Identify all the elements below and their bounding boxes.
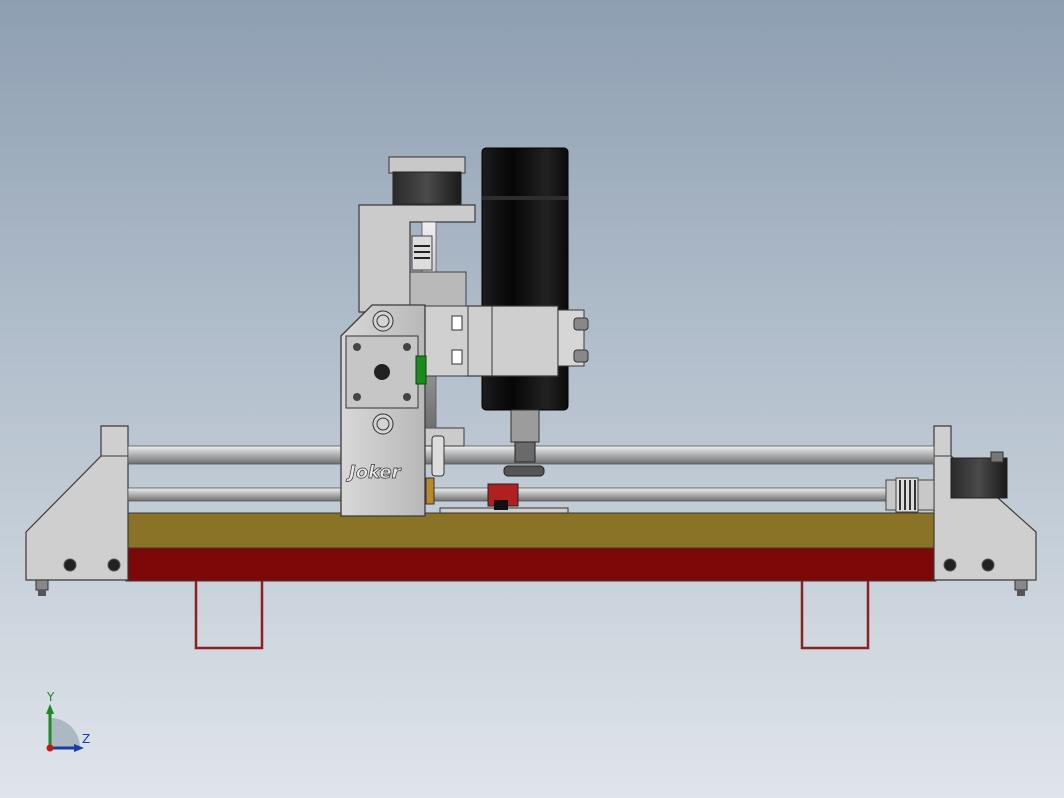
axis-triad-icon xyxy=(46,704,84,752)
cnc-machine-model[interactable]: Joker xyxy=(0,0,1064,798)
triad-z-label: Z xyxy=(82,732,91,746)
carriage-wheel-top xyxy=(372,310,394,332)
left-foot xyxy=(35,579,49,591)
right-stepper-motor xyxy=(950,457,1008,499)
table-top-slab xyxy=(125,512,937,549)
right-plate-bolt-2 xyxy=(981,558,995,572)
orientation-triad: Y Z xyxy=(36,690,106,760)
right-foot xyxy=(1014,579,1028,591)
rod-bearing xyxy=(431,435,445,477)
triad-y-label: Y xyxy=(47,690,55,704)
right-shaft-coupler xyxy=(885,477,935,513)
left-plate-bolt-1 xyxy=(63,558,77,572)
left-end-plate xyxy=(25,425,129,581)
left-leg xyxy=(194,578,264,650)
right-end-plate xyxy=(933,425,1037,581)
cad-viewport[interactable]: Joker Y Z xyxy=(0,0,1064,798)
table-bottom-slab xyxy=(125,547,937,582)
x-stepper-motor xyxy=(345,335,427,409)
joker-engraving: Joker xyxy=(346,462,402,483)
z-bearing-block xyxy=(409,271,467,307)
right-leg xyxy=(800,578,870,650)
spindle-collet xyxy=(510,409,540,443)
spindle-clamp xyxy=(465,305,589,377)
z-stepper-motor xyxy=(388,156,466,205)
z-shaft-coupler xyxy=(411,235,433,271)
left-plate-bolt-2 xyxy=(107,558,121,572)
carriage-wheel-bottom xyxy=(372,413,394,435)
lower-guide-rod xyxy=(127,487,935,502)
right-plate-bolt-1 xyxy=(943,558,957,572)
